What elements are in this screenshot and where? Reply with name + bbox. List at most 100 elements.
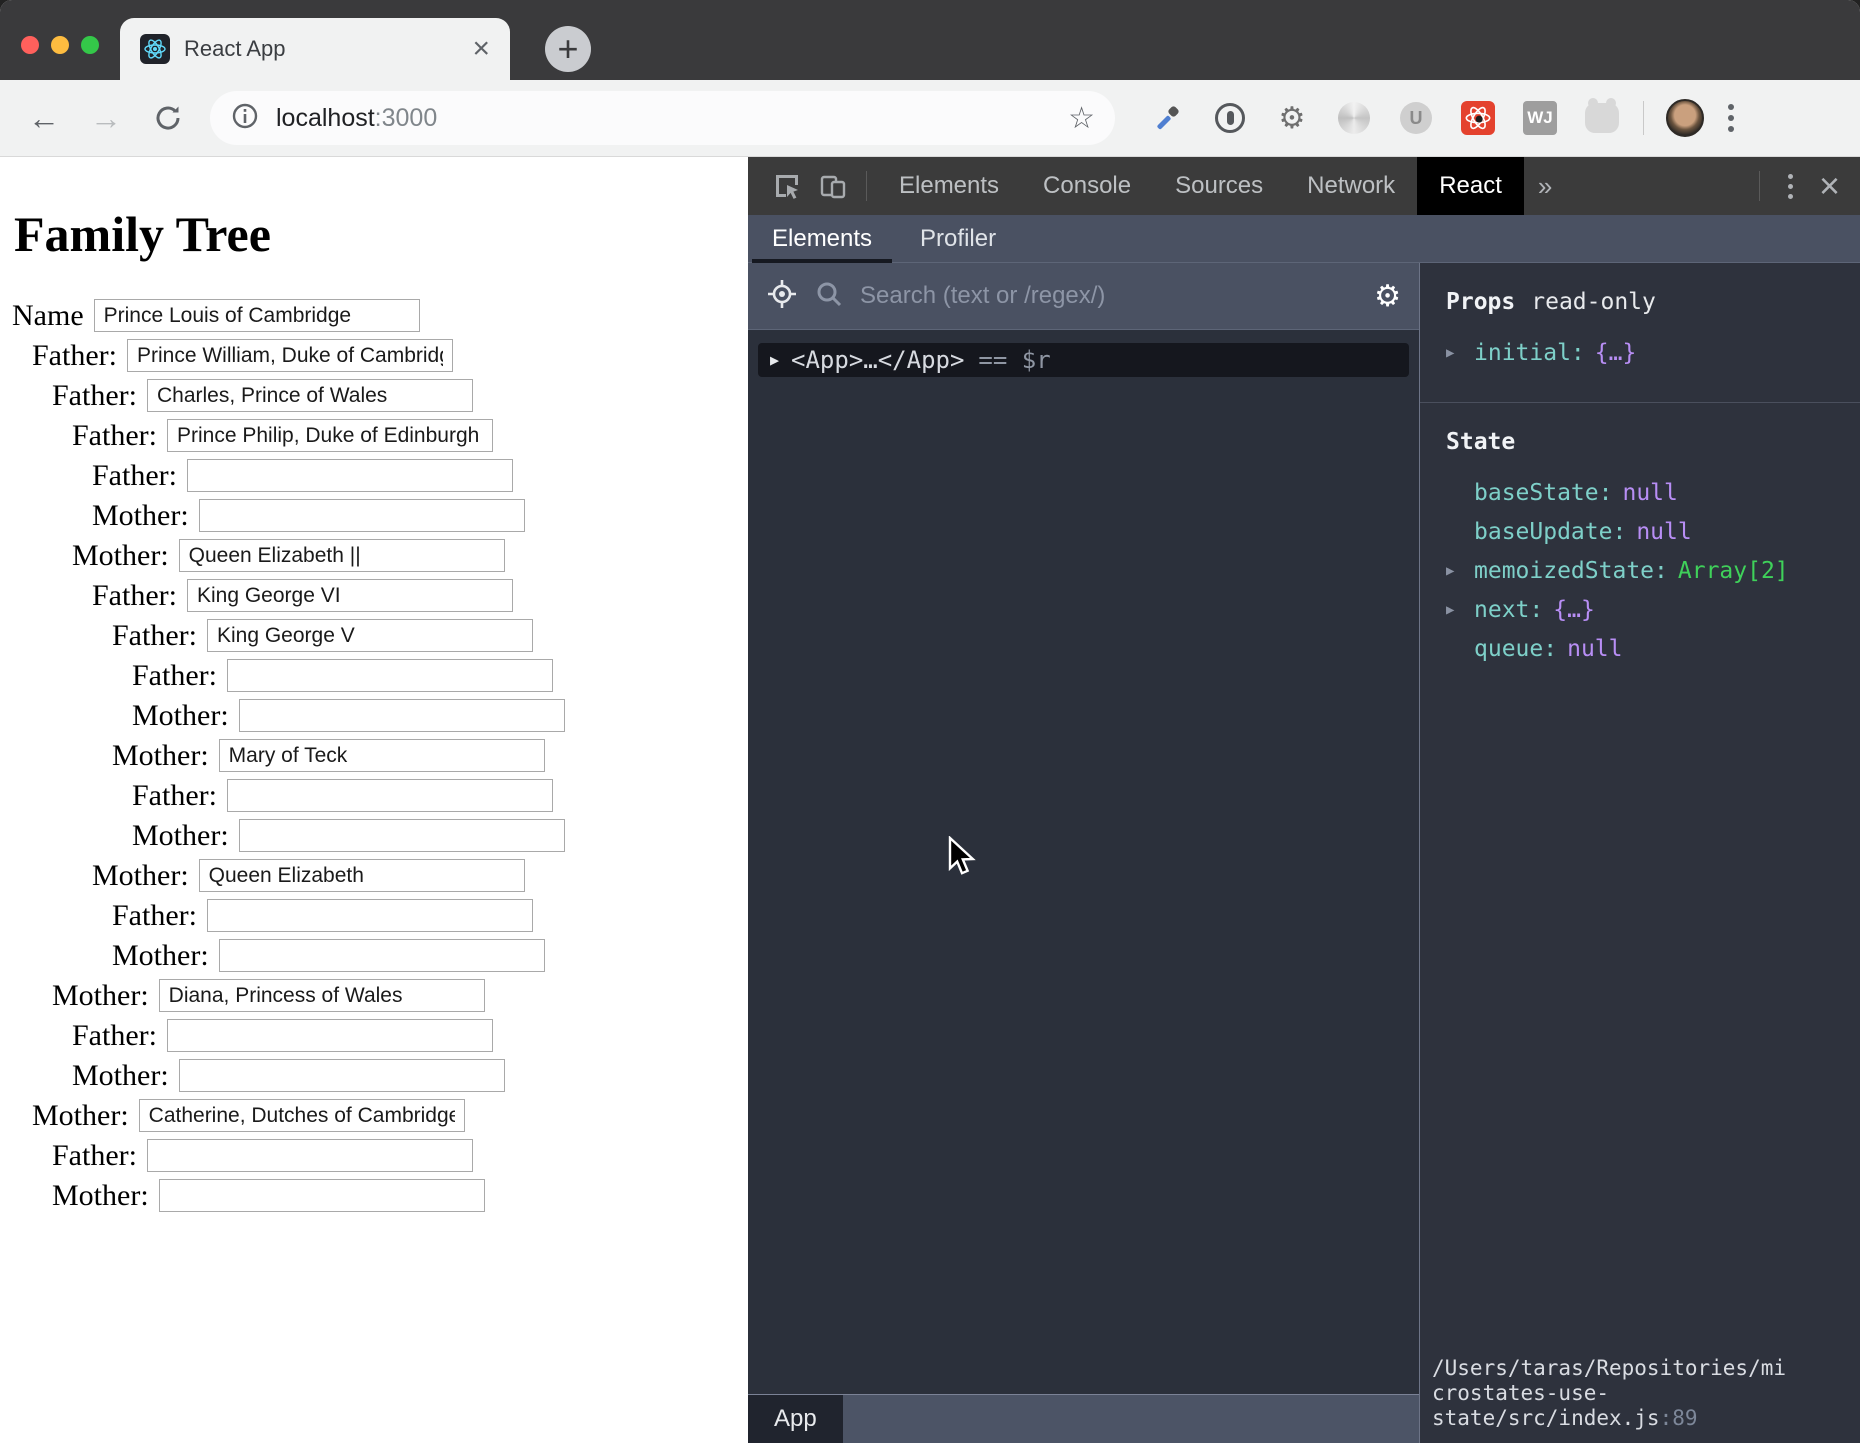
devtools-close-icon[interactable]: × bbox=[1819, 165, 1840, 207]
ember-hamster-icon[interactable] bbox=[1585, 101, 1619, 135]
browser-menu-icon[interactable] bbox=[1728, 104, 1734, 132]
source-line-number: :89 bbox=[1660, 1406, 1698, 1430]
person-name-input[interactable] bbox=[239, 699, 565, 732]
person-name-input[interactable] bbox=[94, 299, 420, 332]
person-name-input[interactable] bbox=[199, 499, 525, 532]
react-devtools-icon[interactable] bbox=[1461, 101, 1495, 135]
props-header: Props bbox=[1446, 289, 1515, 315]
person-name-input[interactable] bbox=[207, 899, 533, 932]
minimize-window-button[interactable] bbox=[51, 36, 69, 54]
address-bar[interactable]: localhost:3000 ☆ bbox=[210, 91, 1115, 145]
state-entry[interactable]: ▶ memoizedState: Array[2] bbox=[1446, 559, 1844, 584]
form-row: Mother: bbox=[0, 859, 748, 892]
state-key: queue: bbox=[1474, 637, 1557, 662]
person-name-input[interactable] bbox=[227, 659, 553, 692]
person-name-input[interactable] bbox=[187, 459, 513, 492]
row-label: Mother: bbox=[72, 1059, 169, 1093]
devtools-menu-icon[interactable] bbox=[1788, 174, 1793, 199]
row-label: Mother: bbox=[92, 859, 189, 893]
person-name-input[interactable] bbox=[159, 979, 485, 1012]
devtools-tab[interactable]: Sources bbox=[1153, 157, 1285, 215]
device-toolbar-icon[interactable] bbox=[810, 157, 856, 215]
browser-tab[interactable]: React App × bbox=[120, 18, 510, 80]
tree-node-suffix: == $r bbox=[978, 346, 1050, 374]
person-name-input[interactable] bbox=[179, 539, 505, 572]
row-label: Father: bbox=[112, 899, 197, 933]
person-name-input[interactable] bbox=[127, 339, 453, 372]
tab-close-icon[interactable]: × bbox=[472, 34, 490, 64]
eyedropper-icon[interactable] bbox=[1151, 101, 1185, 135]
props-list: ▶ initial: {…} bbox=[1446, 341, 1844, 366]
expand-icon[interactable]: ▶ bbox=[1446, 598, 1474, 623]
expand-arrow-icon[interactable]: ▶ bbox=[770, 351, 779, 369]
breadcrumb-bar: App bbox=[748, 1394, 1419, 1443]
person-name-input[interactable] bbox=[167, 1019, 493, 1052]
settings-gear-icon[interactable]: ⚙ bbox=[1374, 279, 1401, 314]
wj-icon[interactable]: WJ bbox=[1523, 101, 1557, 135]
close-window-button[interactable] bbox=[21, 36, 39, 54]
person-name-input[interactable] bbox=[139, 1099, 465, 1132]
search-icon bbox=[814, 279, 844, 314]
expand-icon[interactable]: ▶ bbox=[1446, 559, 1474, 584]
row-label: Father: bbox=[52, 1139, 137, 1173]
devtools-tab[interactable]: Elements bbox=[877, 157, 1021, 215]
inspect-element-icon[interactable] bbox=[764, 157, 810, 215]
u-badge-icon[interactable]: U bbox=[1399, 101, 1433, 135]
state-entry[interactable]: ▶ next: {…} bbox=[1446, 598, 1844, 623]
form-row: Father: bbox=[0, 339, 748, 372]
person-name-input[interactable] bbox=[159, 1179, 485, 1212]
reload-button[interactable] bbox=[148, 98, 188, 138]
state-entry[interactable]: ▶ baseUpdate: null bbox=[1446, 520, 1844, 545]
bookmark-star-icon[interactable]: ☆ bbox=[1068, 101, 1095, 136]
person-name-input[interactable] bbox=[219, 739, 545, 772]
prop-value: {…} bbox=[1595, 341, 1637, 366]
state-entry[interactable]: ▶ queue: null bbox=[1446, 637, 1844, 662]
props-section: Propsread-only ▶ initial: {…} bbox=[1420, 263, 1860, 403]
onepassword-keyhole-icon[interactable] bbox=[1213, 101, 1247, 135]
breadcrumb-app[interactable]: App bbox=[748, 1395, 843, 1443]
forward-button[interactable]: → bbox=[86, 98, 126, 138]
react-panel-tab[interactable]: Profiler bbox=[896, 215, 1020, 262]
person-name-input[interactable] bbox=[199, 859, 525, 892]
person-name-input[interactable] bbox=[167, 419, 493, 452]
form-row: Mother: bbox=[0, 1179, 748, 1212]
person-name-input[interactable] bbox=[147, 1139, 473, 1172]
state-key: baseUpdate: bbox=[1474, 520, 1626, 545]
swirl-icon[interactable] bbox=[1337, 101, 1371, 135]
state-list: ▶ baseState: null ▶ baseUpdate: null bbox=[1446, 481, 1844, 662]
more-tabs-icon[interactable]: » bbox=[1538, 171, 1552, 202]
form-row: Name bbox=[0, 299, 748, 332]
react-panel-tab[interactable]: Elements bbox=[748, 215, 896, 262]
back-button[interactable]: ← bbox=[24, 98, 64, 138]
row-label: Mother: bbox=[112, 739, 209, 773]
person-name-input[interactable] bbox=[187, 579, 513, 612]
select-component-icon[interactable] bbox=[766, 278, 798, 315]
person-name-input[interactable] bbox=[239, 819, 565, 852]
devtools-tab[interactable]: Network bbox=[1285, 157, 1417, 215]
devtools-tab[interactable]: React bbox=[1417, 157, 1524, 215]
form-row: Mother: bbox=[0, 499, 748, 532]
row-label: Father: bbox=[52, 379, 137, 413]
component-source-path[interactable]: /Users/taras/Repositories/microstates-us… bbox=[1432, 1356, 1792, 1431]
expand-icon[interactable]: ▶ bbox=[1446, 341, 1474, 366]
person-name-input[interactable] bbox=[179, 1059, 505, 1092]
tree-node-app[interactable]: ▶ <App>…</App> == $r bbox=[758, 343, 1409, 377]
tree-search-input[interactable] bbox=[860, 282, 1358, 310]
gear-bug-icon[interactable]: ⚙ bbox=[1275, 101, 1309, 135]
state-header: State bbox=[1446, 429, 1844, 455]
state-entry[interactable]: ▶ baseState: null bbox=[1446, 481, 1844, 506]
component-tree-pane: ⚙ ▶ <App>…</App> == $r App bbox=[748, 263, 1420, 1443]
new-tab-button[interactable]: + bbox=[545, 26, 591, 72]
prop-entry[interactable]: ▶ initial: {…} bbox=[1446, 341, 1844, 366]
state-section: State ▶ baseState: null bbox=[1420, 403, 1860, 686]
devtools-tab[interactable]: Console bbox=[1021, 157, 1153, 215]
person-name-input[interactable] bbox=[219, 939, 545, 972]
site-info-icon[interactable] bbox=[230, 101, 260, 136]
zoom-window-button[interactable] bbox=[81, 36, 99, 54]
person-name-input[interactable] bbox=[147, 379, 473, 412]
profile-avatar[interactable] bbox=[1666, 99, 1704, 137]
row-label: Father: bbox=[32, 339, 117, 373]
person-name-input[interactable] bbox=[207, 619, 533, 652]
person-name-input[interactable] bbox=[227, 779, 553, 812]
page-title: Family Tree bbox=[14, 205, 748, 263]
